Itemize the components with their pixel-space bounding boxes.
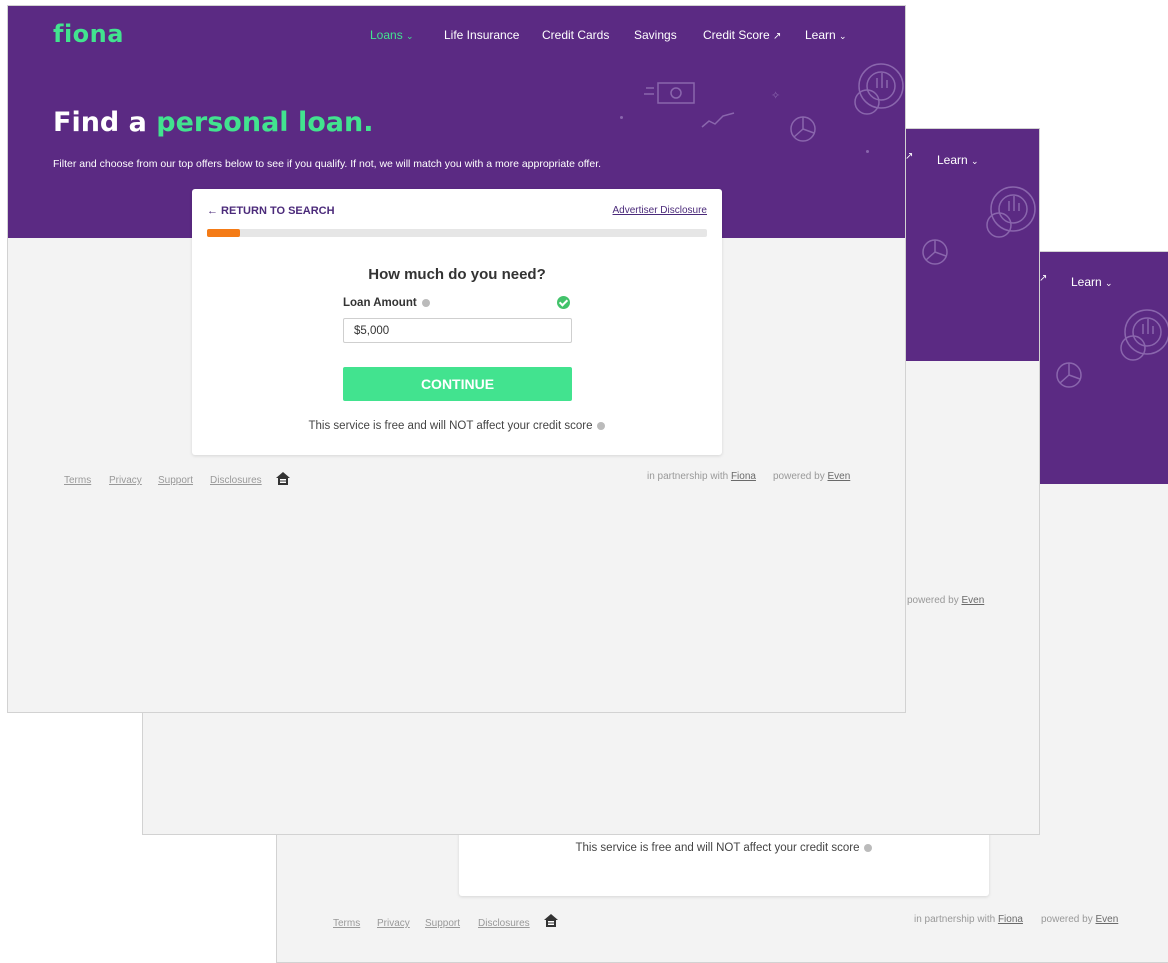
- nav-learn-label: Learn: [937, 153, 968, 167]
- chevron-down-icon: ⌄: [839, 31, 847, 41]
- nav-learn[interactable]: Learn ⌄: [937, 153, 979, 167]
- info-icon[interactable]: [597, 421, 606, 430]
- equal-housing-icon: [276, 472, 290, 485]
- info-icon[interactable]: [421, 298, 430, 307]
- nav-learn[interactable]: Learn ⌄: [1071, 275, 1113, 289]
- chevron-down-icon: ⌄: [406, 31, 414, 41]
- progress-bar: [207, 229, 707, 237]
- coin-chart-icon: [1120, 309, 1168, 361]
- loan-amount-label-text: Loan Amount: [343, 297, 417, 309]
- coin-chart-icon: [986, 186, 1036, 238]
- footer-powered: powered by Even: [773, 471, 850, 482]
- powered-link[interactable]: Even: [827, 471, 850, 482]
- nav-loans-label: Loans: [370, 28, 403, 42]
- footer-privacy-link[interactable]: Privacy: [377, 918, 410, 929]
- powered-prefix: powered by: [1041, 914, 1093, 925]
- partner-link[interactable]: Fiona: [731, 471, 756, 482]
- checkmark-icon: [557, 296, 570, 309]
- powered-link[interactable]: Even: [961, 595, 984, 606]
- loan-form-card: ← RETURN TO SEARCH Advertiser Disclosure…: [192, 189, 722, 455]
- loan-amount-input[interactable]: [343, 318, 572, 343]
- chevron-down-icon: ⌄: [971, 156, 979, 166]
- trend-line-icon: [701, 112, 735, 128]
- nav-savings[interactable]: Savings: [634, 28, 677, 42]
- partnership-prefix: in partnership with: [647, 471, 729, 482]
- stacked-window-front: fiona Loans ⌄ Life Insurance Credit Card…: [7, 5, 906, 713]
- pie-chart-icon: [1056, 362, 1082, 388]
- partnership-prefix: in partnership with: [914, 914, 996, 925]
- footer-powered: powered by Even: [907, 595, 984, 606]
- fiona-logo[interactable]: fiona: [53, 20, 124, 48]
- free-notice-text: This service is free and will NOT affect…: [575, 842, 860, 854]
- partner-link[interactable]: Fiona: [998, 914, 1023, 925]
- free-notice: This service is free and will NOT affect…: [192, 420, 722, 432]
- page-subtitle: Filter and choose from our top offers be…: [53, 158, 602, 170]
- nav-loans[interactable]: Loans ⌄: [370, 28, 414, 42]
- external-link-icon: ↗: [773, 31, 782, 42]
- footer-disclosures-link[interactable]: Disclosures: [478, 918, 530, 929]
- nav-credit-score-label: Credit Score: [703, 28, 770, 42]
- loan-amount-label: Loan Amount: [343, 297, 430, 309]
- page-title: Find a personal loan.: [53, 107, 373, 138]
- footer-terms-link[interactable]: Terms: [64, 475, 91, 486]
- page-title-highlight: personal loan.: [156, 107, 374, 138]
- nav-learn-label: Learn: [805, 28, 836, 42]
- footer-support-link[interactable]: Support: [158, 475, 193, 486]
- nav-credit-score[interactable]: Credit Score ↗: [703, 28, 781, 42]
- footer-support-link[interactable]: Support: [425, 918, 460, 929]
- nav-learn-label: Learn: [1071, 275, 1102, 289]
- footer-disclosures-link[interactable]: Disclosures: [210, 475, 262, 486]
- powered-prefix: powered by: [907, 595, 959, 606]
- pie-chart-icon: [922, 239, 948, 265]
- coin-chart-icon: [854, 63, 904, 115]
- free-notice-text: This service is free and will NOT affect…: [308, 420, 593, 432]
- pie-chart-icon: [790, 116, 816, 142]
- external-link-icon: ↗: [1039, 273, 1048, 284]
- return-to-search-link[interactable]: ← RETURN TO SEARCH: [207, 205, 335, 217]
- page-title-plain: Find a: [53, 107, 147, 138]
- free-notice: This service is free and will NOT affect…: [459, 842, 989, 854]
- form-question: How much do you need?: [368, 266, 546, 283]
- powered-prefix: powered by: [773, 471, 825, 482]
- dot-decoration: [866, 150, 869, 153]
- nav-learn[interactable]: Learn ⌄: [805, 28, 847, 42]
- nav-credit-cards[interactable]: Credit Cards: [542, 28, 609, 42]
- footer-terms-link[interactable]: Terms: [333, 918, 360, 929]
- footer-partnership: in partnership with Fiona: [647, 471, 756, 482]
- continue-button[interactable]: CONTINUE: [343, 367, 572, 401]
- progress-fill: [207, 229, 240, 237]
- footer-powered: powered by Even: [1041, 914, 1118, 925]
- money-bill-icon: [644, 82, 695, 104]
- info-icon[interactable]: [864, 843, 873, 852]
- chevron-down-icon: ⌄: [1105, 278, 1113, 288]
- external-link-icon: ↗: [905, 151, 914, 162]
- sparkle-icon: ✧: [771, 90, 781, 102]
- footer-privacy-link[interactable]: Privacy: [109, 475, 142, 486]
- nav-life-insurance[interactable]: Life Insurance: [444, 28, 519, 42]
- powered-link[interactable]: Even: [1095, 914, 1118, 925]
- dot-decoration: [620, 116, 623, 119]
- equal-housing-icon: [544, 914, 558, 927]
- footer-partnership: in partnership with Fiona: [914, 914, 1023, 925]
- advertiser-disclosure-link[interactable]: Advertiser Disclosure: [613, 205, 707, 216]
